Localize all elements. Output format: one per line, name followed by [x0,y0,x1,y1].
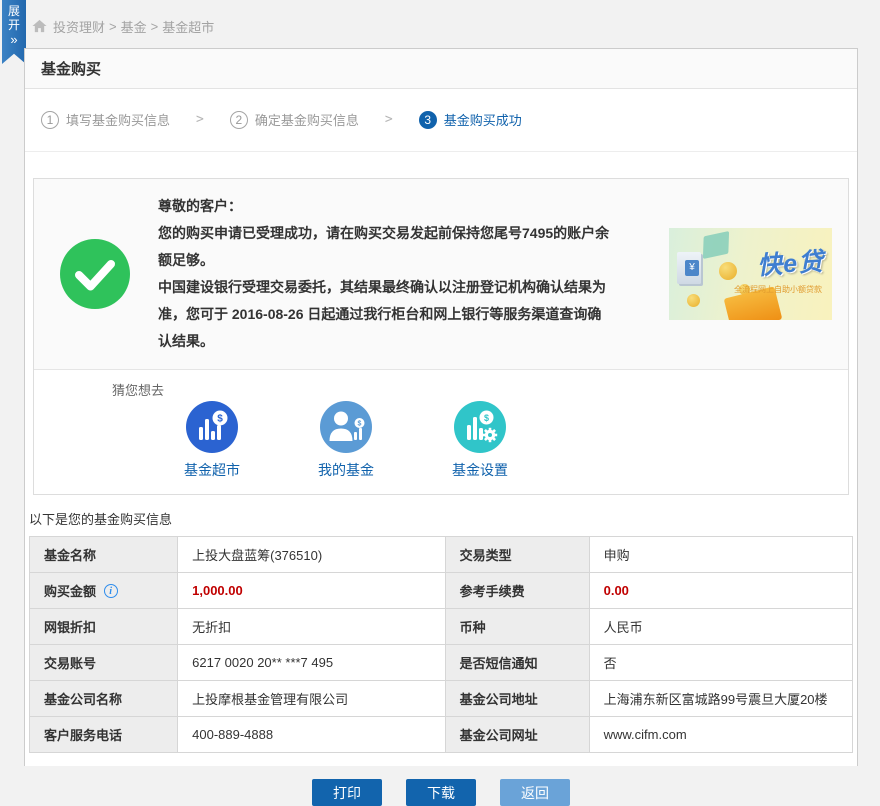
breadcrumb-item-investment[interactable]: 投资理财 [53,17,105,36]
fund-name-label: 基金名称 [30,537,178,573]
shortcut-my-funds[interactable]: $ 我的基金 [316,401,376,480]
back-button[interactable]: 返回 [500,779,570,806]
transaction-account-label: 交易账号 [30,645,178,681]
purchase-details-section: 以下是您的基金购买信息 基金名称 上投大盘蓝筹(376510) 交易类型 申购 … [25,509,857,753]
print-button[interactable]: 打印 [312,779,382,806]
reference-fee-label: 参考手续费 [445,573,589,609]
step-2-confirm-info: 2 确定基金购买信息 [230,110,359,129]
step-3-number: 3 [419,111,437,129]
chevrons-right-icon: » [2,33,26,47]
notice-box: 尊敬的客户： 您的购买申请已受理成功，请在购买交易发起前保持您尾号7495的账户… [33,178,849,495]
expand-tab-label: 展开 [7,4,21,32]
purchase-amount-label-text: 购买金额 [44,584,96,599]
step-3-purchase-success: 3 基金购买成功 [419,110,522,129]
breadcrumb-separator: > [109,19,117,34]
banner-subtitle: 全流程网上自助小额贷款 [734,284,822,295]
fund-company-name-label: 基金公司名称 [30,681,178,717]
fund-company-name-value: 上投摩根基金管理有限公司 [178,681,445,717]
notice-greeting: 尊敬的客户： [158,193,610,220]
action-buttons: 打印 下载 返回 [25,779,857,806]
home-icon[interactable] [32,19,47,33]
step-separator-icon: > [196,112,204,127]
shortcut-fund-settings[interactable]: $ 基 [450,401,510,480]
table-row: 交易账号 6217 0020 20** ***7 495 是否短信通知 否 [30,645,853,681]
fund-company-address-value: 上海浦东新区富城路99号震旦大厦20楼 [589,681,852,717]
page-title: 基金购买 [41,58,101,79]
banner-passbook-graphic: ¥ [677,252,701,284]
step-2-label: 确定基金购买信息 [255,110,359,129]
currency-value: 人民币 [589,609,852,645]
table-row: 基金名称 上投大盘蓝筹(376510) 交易类型 申购 [30,537,853,573]
fund-company-address-label: 基金公司地址 [445,681,589,717]
fund-name-value: 上投大盘蓝筹(376510) [178,537,445,573]
shortcut-fund-market-label: 基金超市 [182,460,242,480]
purchase-amount-value: 1,000.00 [178,573,445,609]
banner-title: 快e贷 [756,242,825,283]
shortcut-fund-settings-label: 基金设置 [450,460,510,480]
details-caption: 以下是您的基金购买信息 [29,509,853,528]
ebank-discount-label: 网银折扣 [30,609,178,645]
breadcrumb-item-fund-market: 基金超市 [162,17,214,36]
sms-notify-label: 是否短信通知 [445,645,589,681]
step-2-number: 2 [230,111,248,129]
shortcut-fund-market[interactable]: $ 基金超市 [182,401,242,480]
quick-e-loan-ad-banner[interactable]: ¥ 快e贷 全流程网上自助小额贷款 [669,228,832,320]
transaction-type-label: 交易类型 [445,537,589,573]
banner-glass-graphic [703,231,729,259]
coin-icon [719,262,737,280]
suggested-shortcuts: 猜您想去 $ 基金超市 [34,370,848,494]
gear-icon [483,428,497,442]
notice-line-2: 中国建设银行受理交易委托，其结果最终确认以注册登记机构确认结果为准，您可于 20… [158,274,610,355]
download-button[interactable]: 下载 [406,779,476,806]
purchase-details-table: 基金名称 上投大盘蓝筹(376510) 交易类型 申购 购买金额 i 1,000… [29,536,853,753]
coin-icon [687,294,700,307]
breadcrumb: 投资理财 > 基金 > 基金超市 [32,16,214,36]
table-row: 基金公司名称 上投摩根基金管理有限公司 基金公司地址 上海浦东新区富城路99号震… [30,681,853,717]
step-separator-icon: > [385,112,393,127]
ebank-discount-value: 无折扣 [178,609,445,645]
yuan-icon: ¥ [685,260,699,276]
shortcuts-heading: 猜您想去 [34,378,848,401]
reference-fee-value: 0.00 [589,573,852,609]
fund-company-website-value: www.cifm.com [589,717,852,753]
info-icon[interactable]: i [104,584,118,598]
page-title-bar: 基金购买 [25,49,857,89]
svg-text:$: $ [484,413,489,423]
notice-line-1: 您的购买申请已受理成功，请在购买交易发起前保持您尾号7495的账户余额足够。 [158,220,610,274]
sms-notify-value: 否 [589,645,852,681]
notice-text: 尊敬的客户： 您的购买申请已受理成功，请在购买交易发起前保持您尾号7495的账户… [158,193,610,355]
transaction-account-value: 6217 0020 20** ***7 495 [178,645,445,681]
fund-settings-icon: $ [454,401,506,453]
purchase-amount-label: 购买金额 i [30,573,178,609]
fund-company-website-label: 基金公司网址 [445,717,589,753]
expand-sidebar-tab[interactable]: 展开 » [2,0,26,64]
svg-text:$: $ [217,414,223,425]
table-row: 购买金额 i 1,000.00 参考手续费 0.00 [30,573,853,609]
success-notice: 尊敬的客户： 您的购买申请已受理成功，请在购买交易发起前保持您尾号7495的账户… [34,179,848,370]
step-1-fill-info: 1 填写基金购买信息 [41,110,170,129]
my-funds-icon: $ [320,401,372,453]
svg-text:$: $ [358,421,362,428]
main-panel: 基金购买 1 填写基金购买信息 > 2 确定基金购买信息 > 3 基金购买成功 … [24,48,858,766]
table-row: 网银折扣 无折扣 币种 人民币 [30,609,853,645]
customer-service-phone-value: 400-889-4888 [178,717,445,753]
steps-bar: 1 填写基金购买信息 > 2 确定基金购买信息 > 3 基金购买成功 [25,89,857,152]
shortcut-my-funds-label: 我的基金 [316,460,376,480]
breadcrumb-item-fund[interactable]: 基金 [121,17,147,36]
fund-market-icon: $ [186,401,238,453]
success-check-icon [60,239,130,309]
table-row: 客户服务电话 400-889-4888 基金公司网址 www.cifm.com [30,717,853,753]
transaction-type-value: 申购 [589,537,852,573]
step-3-label: 基金购买成功 [444,110,522,129]
currency-label: 币种 [445,609,589,645]
breadcrumb-separator: > [151,19,159,34]
step-1-label: 填写基金购买信息 [66,110,170,129]
step-1-number: 1 [41,111,59,129]
shortcut-row: $ 基金超市 $ 我的基金 [34,401,848,480]
customer-service-phone-label: 客户服务电话 [30,717,178,753]
